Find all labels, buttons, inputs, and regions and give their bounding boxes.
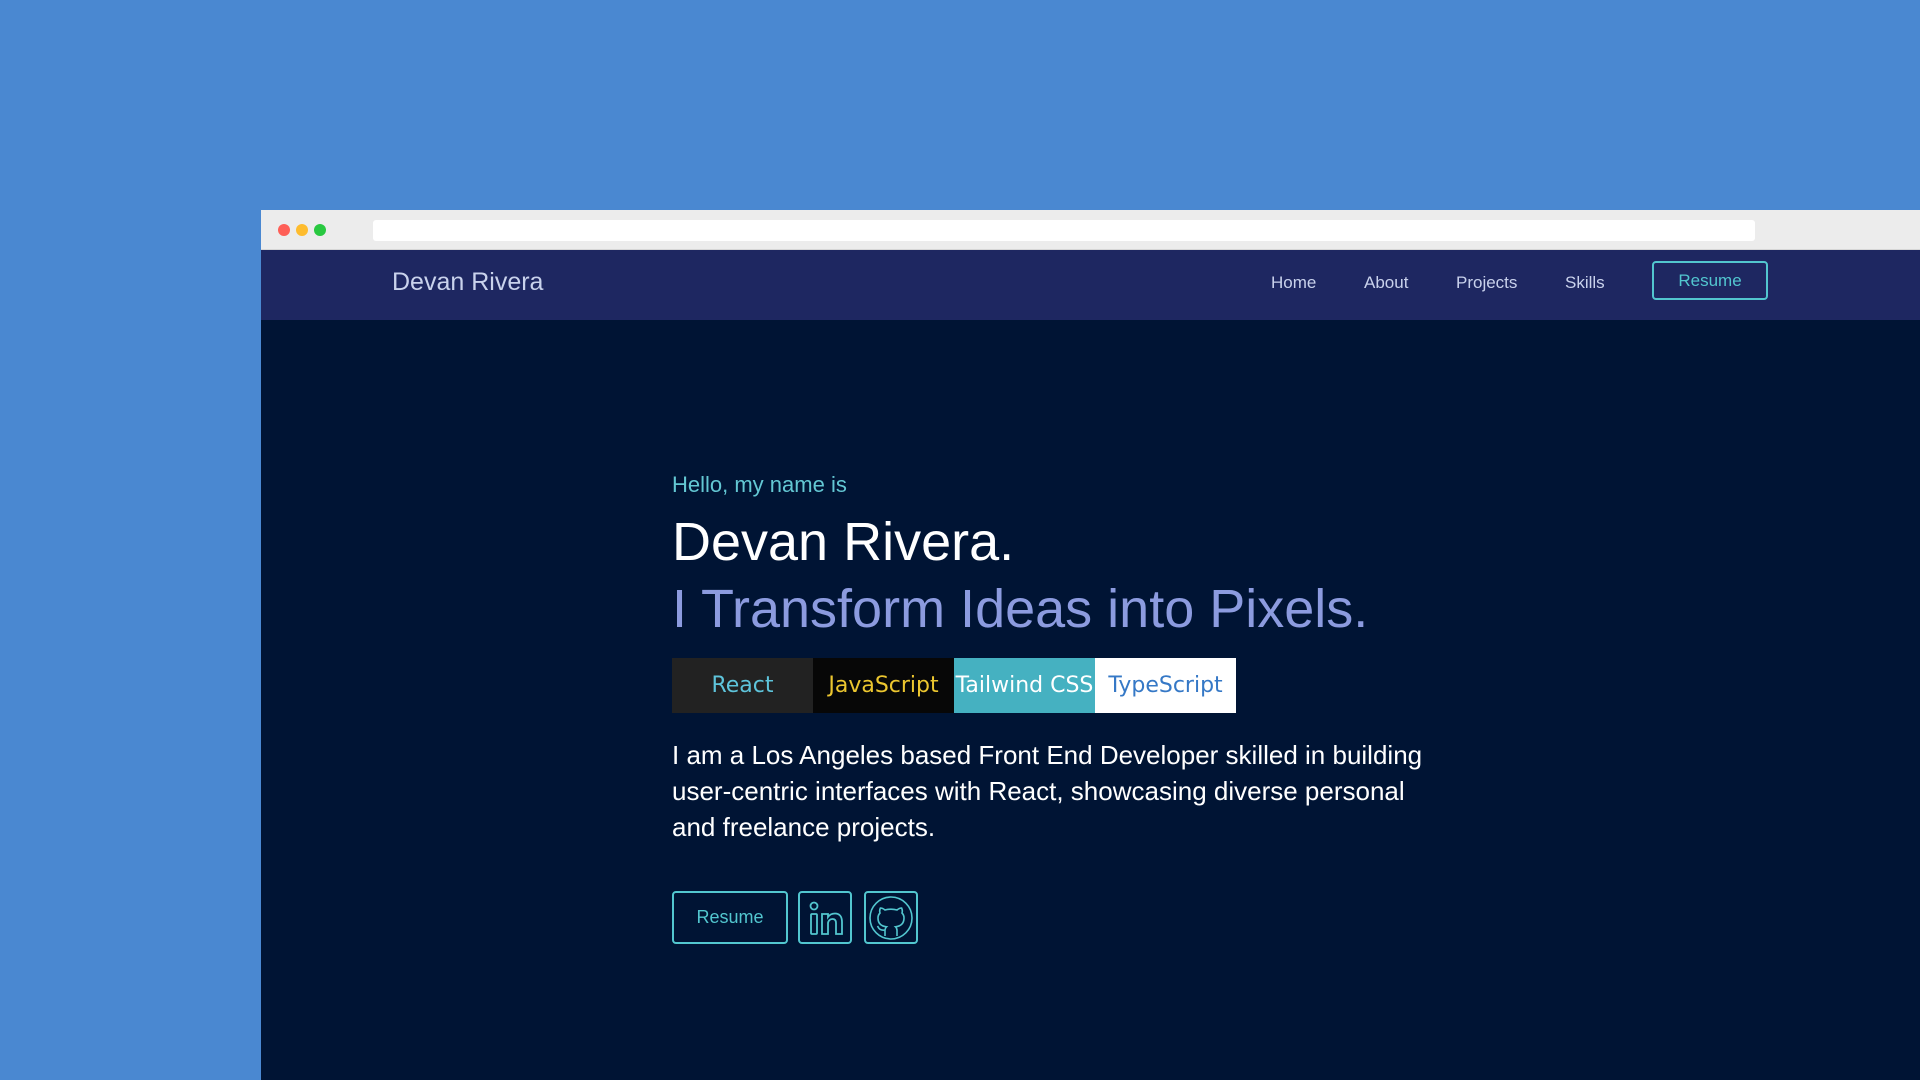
site-navbar: Devan Rivera Home About Projects Skills … [261,250,1920,320]
tech-badge-javascript: JavaScript [813,658,954,713]
linkedin-link[interactable] [798,891,852,944]
hero-greeting: Hello, my name is [672,472,847,497]
nav-projects-link[interactable]: Projects [1456,273,1517,293]
tech-badge-typescript: TypeScript [1095,658,1236,713]
minimize-window-button[interactable] [296,224,308,236]
hero-tagline: I Transform Ideas into Pixels. [672,579,1369,639]
nav-resume-button[interactable]: Resume [1652,261,1768,300]
hero-resume-button[interactable]: Resume [672,891,788,944]
browser-chrome [261,210,1920,250]
hero-bio: I am a Los Angeles based Front End Devel… [672,740,1423,842]
address-bar[interactable] [373,220,1755,241]
tech-badge-tailwind: Tailwind CSS [954,658,1095,713]
tech-badge-react: React [672,658,813,713]
hero-name: Devan Rivera. [672,512,1015,572]
nav-home-link[interactable]: Home [1271,273,1316,293]
tech-stack-badges: React JavaScript Tailwind CSS TypeScript [672,658,1472,713]
hero-actions: Resume [672,891,1472,944]
nav-about-link[interactable]: About [1364,273,1408,293]
site-brand[interactable]: Devan Rivera [392,268,543,297]
github-icon [869,895,913,940]
hero-section: Hello, my name is Devan Rivera. I Transf… [672,472,1472,944]
nav-skills-link[interactable]: Skills [1565,273,1605,293]
github-link[interactable] [864,891,918,944]
browser-window: Devan Rivera Home About Projects Skills … [261,210,1920,1080]
maximize-window-button[interactable] [314,224,326,236]
linkedin-icon [809,901,843,935]
close-window-button[interactable] [278,224,290,236]
